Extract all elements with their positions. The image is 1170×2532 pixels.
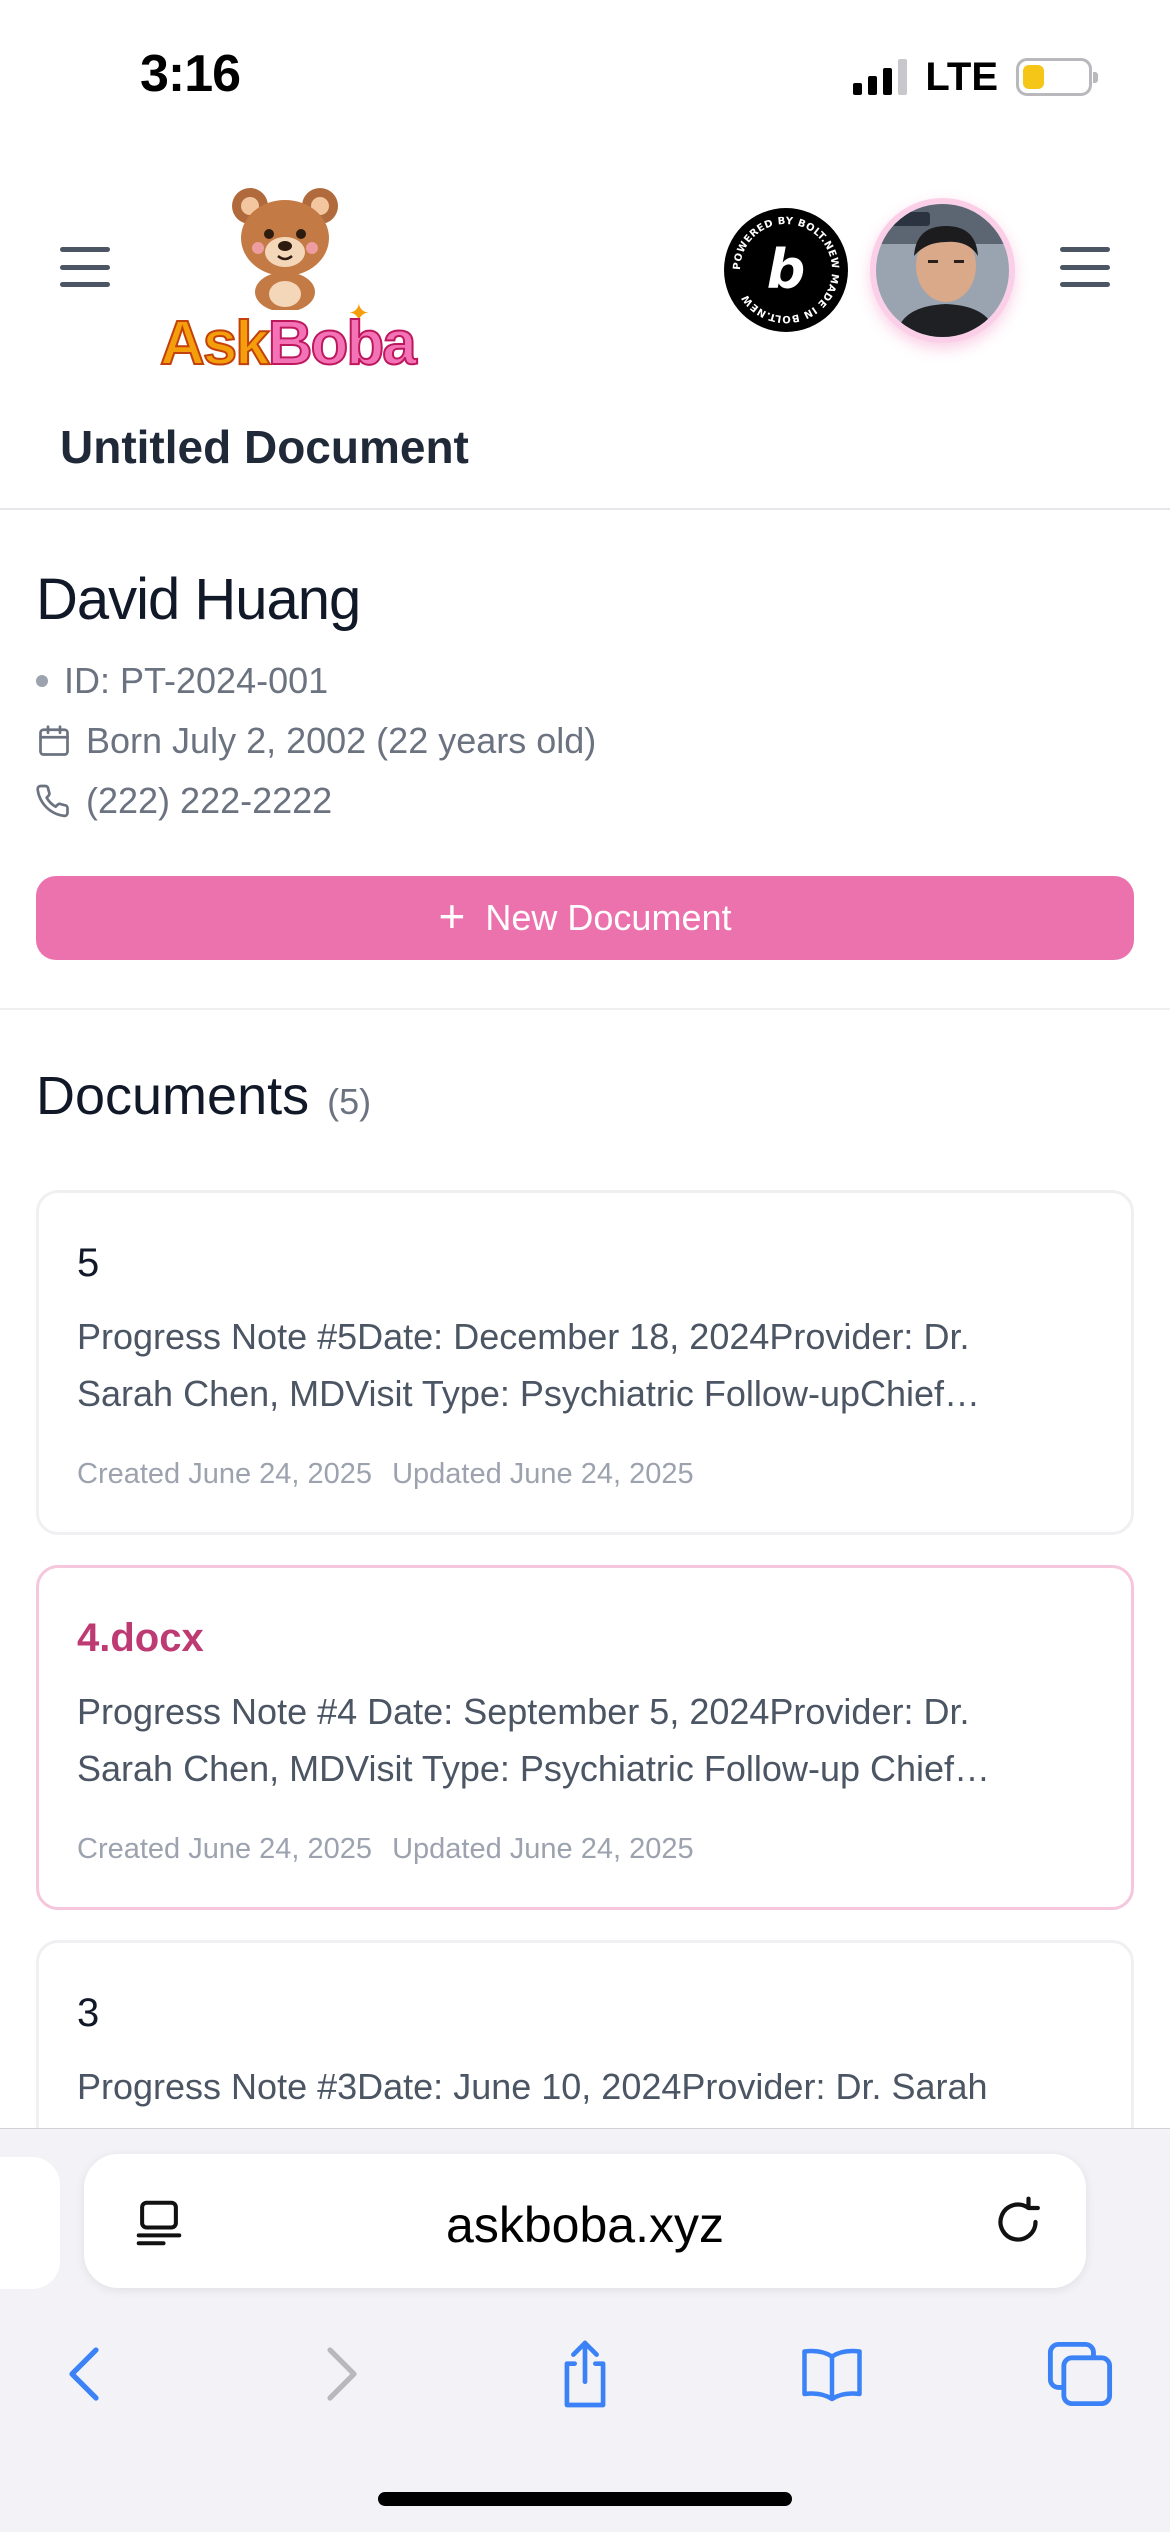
- url-text: askboba.xyz: [446, 2197, 724, 2253]
- askboba-logo[interactable]: ✦ AskBoba: [159, 180, 418, 379]
- patient-name: David Huang: [36, 567, 361, 632]
- patient-birth-row: Born July 2, 2002 (22 years old): [36, 720, 596, 762]
- document-title[interactable]: Untitled Document: [60, 420, 469, 474]
- document-created: Created June 24, 2025: [77, 1833, 373, 1865]
- documents-header: Documents (5): [36, 1065, 371, 1127]
- previous-tab-peek[interactable]: [0, 2157, 60, 2289]
- patient-info: David Huang ID: PT-2024-001 Born July 2,…: [0, 510, 1170, 1010]
- logo-wordmark: AskBoba: [159, 308, 418, 379]
- patient-id-row: ID: PT-2024-001: [36, 660, 328, 702]
- bolt-badge-icon[interactable]: POWERED BY BOLT.NEW MADE IN BOLT.NEW b: [724, 208, 848, 332]
- cellular-signal-icon: [853, 59, 908, 95]
- bullet-icon: [36, 675, 48, 687]
- svg-text:b: b: [767, 238, 806, 301]
- user-avatar[interactable]: [870, 198, 1015, 343]
- document-card[interactable]: 5 Progress Note #5Date: December 18, 202…: [36, 1190, 1134, 1535]
- bookmarks-icon[interactable]: [792, 2334, 872, 2414]
- document-created: Created June 24, 2025: [77, 1458, 373, 1490]
- documents-title: Documents: [36, 1066, 310, 1126]
- document-preview: Progress Note #4 Date: September 5, 2024…: [77, 1691, 970, 1789]
- home-indicator: [378, 2492, 792, 2506]
- back-icon[interactable]: [46, 2334, 126, 2414]
- reload-icon[interactable]: [990, 2194, 1046, 2250]
- new-document-button[interactable]: + New Document: [36, 876, 1134, 960]
- patient-phone: (222) 222-2222: [86, 780, 333, 821]
- hamburger-icon[interactable]: [1060, 247, 1110, 287]
- tabs-icon[interactable]: [1040, 2334, 1120, 2414]
- share-icon[interactable]: [545, 2334, 625, 2414]
- calendar-icon: [36, 723, 72, 759]
- plus-icon: +: [438, 890, 466, 942]
- document-updated: Updated June 24, 2025: [392, 1458, 694, 1490]
- document-name: 3: [77, 1991, 100, 2035]
- forward-icon[interactable]: [300, 2334, 380, 2414]
- hamburger-icon[interactable]: [60, 247, 110, 287]
- document-card-selected[interactable]: 4.docx Progress Note #4 Date: September …: [36, 1565, 1134, 1910]
- documents-count: (5): [327, 1081, 372, 1122]
- document-name: 4.docx: [77, 1616, 204, 1660]
- battery-level: [1023, 65, 1044, 89]
- document-title-bar: Untitled Document: [0, 380, 1170, 510]
- status-time: 3:16: [140, 45, 241, 103]
- battery-icon: [1016, 58, 1098, 96]
- address-bar[interactable]: askboba.xyz: [84, 2154, 1086, 2288]
- browser-chrome: askboba.xyz: [0, 2128, 1170, 2532]
- new-document-label: New Document: [485, 897, 732, 938]
- document-preview: Progress Note #3Date: June 10, 2024Provi…: [77, 2066, 988, 2107]
- document-preview: Progress Note #5Date: December 18, 2024P…: [77, 1316, 970, 1414]
- document-meta: Created June 24, 2025 Updated June 24, 2…: [77, 1833, 694, 1866]
- browser-toolbar: [0, 2314, 1170, 2434]
- status-bar: 3:16 LTE: [0, 0, 1170, 150]
- app-header: ✦ AskBoba POWERED BY BOLT.NEW MADE IN BO…: [0, 150, 1170, 380]
- document-name: 5: [77, 1241, 100, 1285]
- document-updated: Updated June 24, 2025: [392, 1833, 694, 1865]
- document-meta: Created June 24, 2025 Updated June 24, 2…: [77, 1458, 694, 1491]
- patient-birth-date: Born July 2, 2002 (22 years old): [86, 720, 597, 761]
- network-type: LTE: [925, 54, 998, 99]
- teddy-bear-icon: [220, 180, 350, 312]
- status-indicators: LTE: [853, 52, 1098, 102]
- phone-icon: [36, 783, 72, 819]
- patient-id: ID: PT-2024-001: [64, 660, 329, 701]
- patient-phone-row: (222) 222-2222: [36, 780, 332, 822]
